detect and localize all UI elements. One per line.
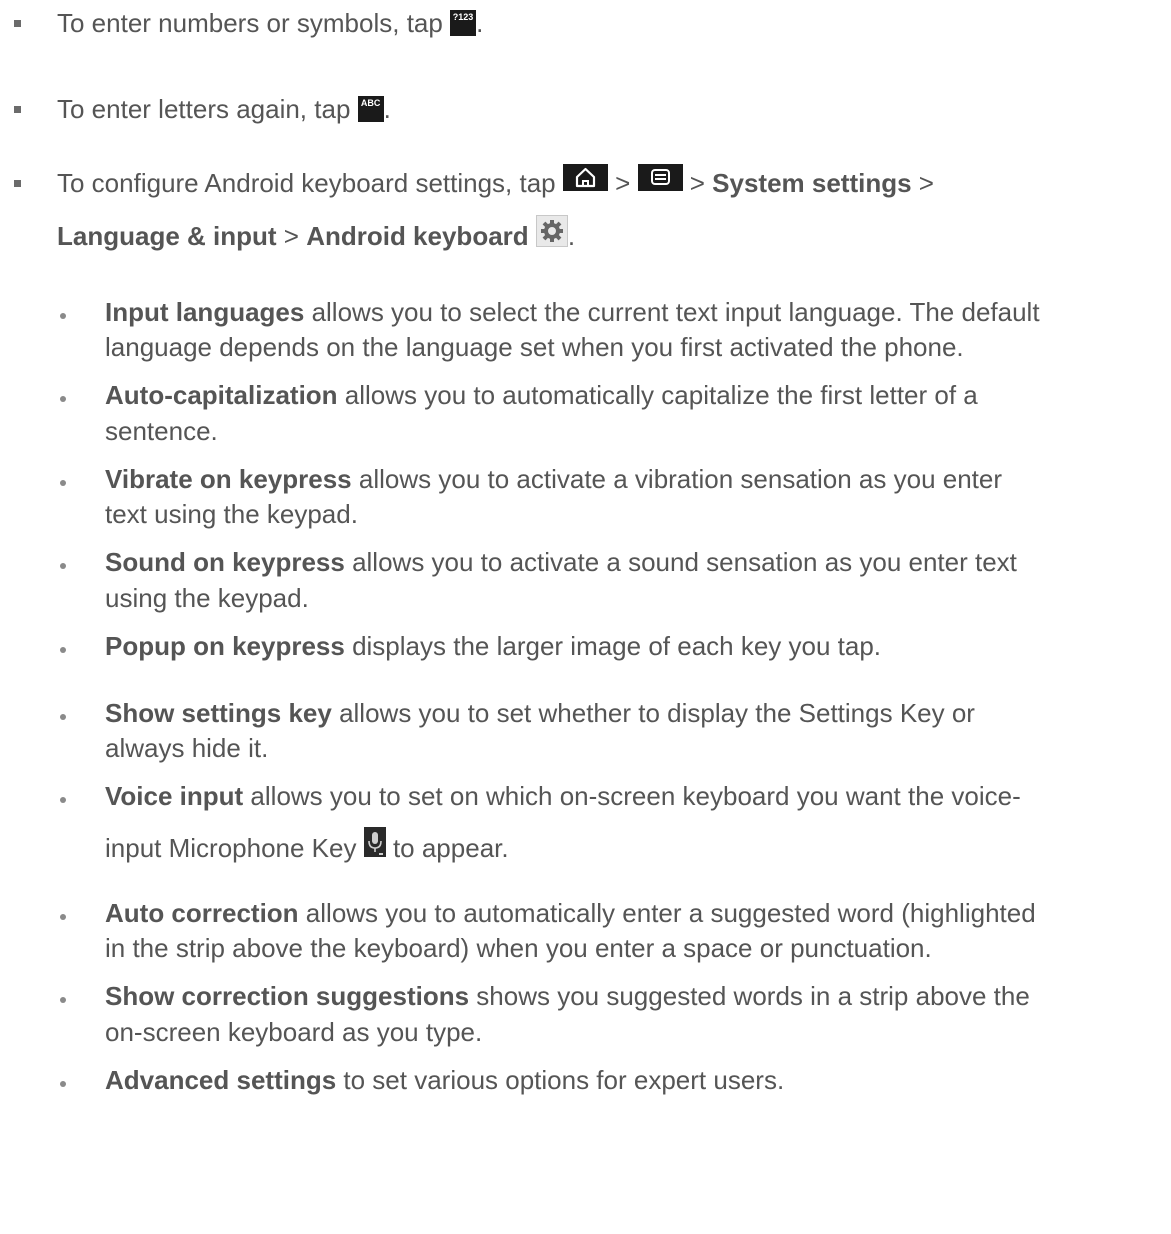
bullet-letters: To enter letters again, tap ABC. (57, 94, 391, 124)
language-input-label: Language & input (57, 221, 277, 251)
sub-item-sound: Sound on keypress allows you to activate… (105, 547, 1017, 577)
sub-item-popup: Popup on keypress displays the larger im… (105, 631, 882, 661)
sub-item-text-line2: using the keypad. (105, 583, 309, 613)
sub-item-show-settings-key: Show settings key allows you to set whet… (105, 698, 975, 728)
bullet-text: To enter letters again, tap (57, 94, 358, 124)
bullet-configure-line2: Language & input > Android keyboard . (57, 215, 575, 251)
android-keyboard-label: Android keyboard (306, 221, 529, 251)
sub-item-input-languages: Input languages allows you to select the… (105, 297, 1040, 327)
sub-item-vibrate: Vibrate on keypress allows you to activa… (105, 464, 1003, 494)
sub-item-text-line2: on-screen keyboard as you type. (105, 1017, 483, 1047)
round-bullet (60, 313, 66, 319)
sub-item-auto-correction: Auto correction allows you to automatica… (105, 898, 1036, 928)
sub-item-advanced-settings: Advanced settings to set various options… (105, 1065, 785, 1095)
round-bullet (60, 797, 66, 803)
square-bullet (14, 20, 21, 27)
gear-icon (535, 215, 568, 247)
sub-item-text-line2: sentence. (105, 416, 218, 446)
home-icon (562, 164, 608, 191)
round-bullet (60, 647, 66, 653)
square-bullet (14, 180, 21, 187)
menu-icon (637, 164, 683, 191)
square-bullet (14, 106, 21, 113)
round-bullet (60, 714, 66, 720)
round-bullet (60, 396, 66, 402)
sub-item-text-line2: always hide it. (105, 733, 269, 763)
bullet-text: To enter numbers or symbols, tap (57, 8, 451, 38)
symbols-key-icon: ?123 (450, 10, 477, 36)
sub-item-text-line2: input Microphone Key to appear. (105, 827, 509, 863)
bullet-numbers: To enter numbers or symbols, tap ?123. (57, 8, 484, 38)
sub-item-correction-suggestions: Show correction suggestions shows you su… (105, 981, 1030, 1011)
round-bullet (60, 1081, 66, 1087)
sub-item-auto-capitalization: Auto-capitalization allows you to automa… (105, 380, 978, 410)
bullet-configure-line1: To configure Android keyboard settings, … (57, 164, 934, 198)
round-bullet (60, 480, 66, 486)
system-settings-label: System settings (712, 168, 912, 198)
sub-item-text-line2: in the strip above the keyboard) when yo… (105, 933, 932, 963)
sub-item-text-line2: text using the keypad. (105, 499, 358, 529)
round-bullet (60, 997, 66, 1003)
round-bullet (60, 914, 66, 920)
round-bullet (60, 563, 66, 569)
microphone-icon (363, 827, 386, 857)
sub-item-text-line2: language depends on the language set whe… (105, 332, 964, 362)
sub-item-voice-input: Voice input allows you to set on which o… (105, 781, 1021, 811)
abc-key-icon: ABC (357, 96, 384, 122)
